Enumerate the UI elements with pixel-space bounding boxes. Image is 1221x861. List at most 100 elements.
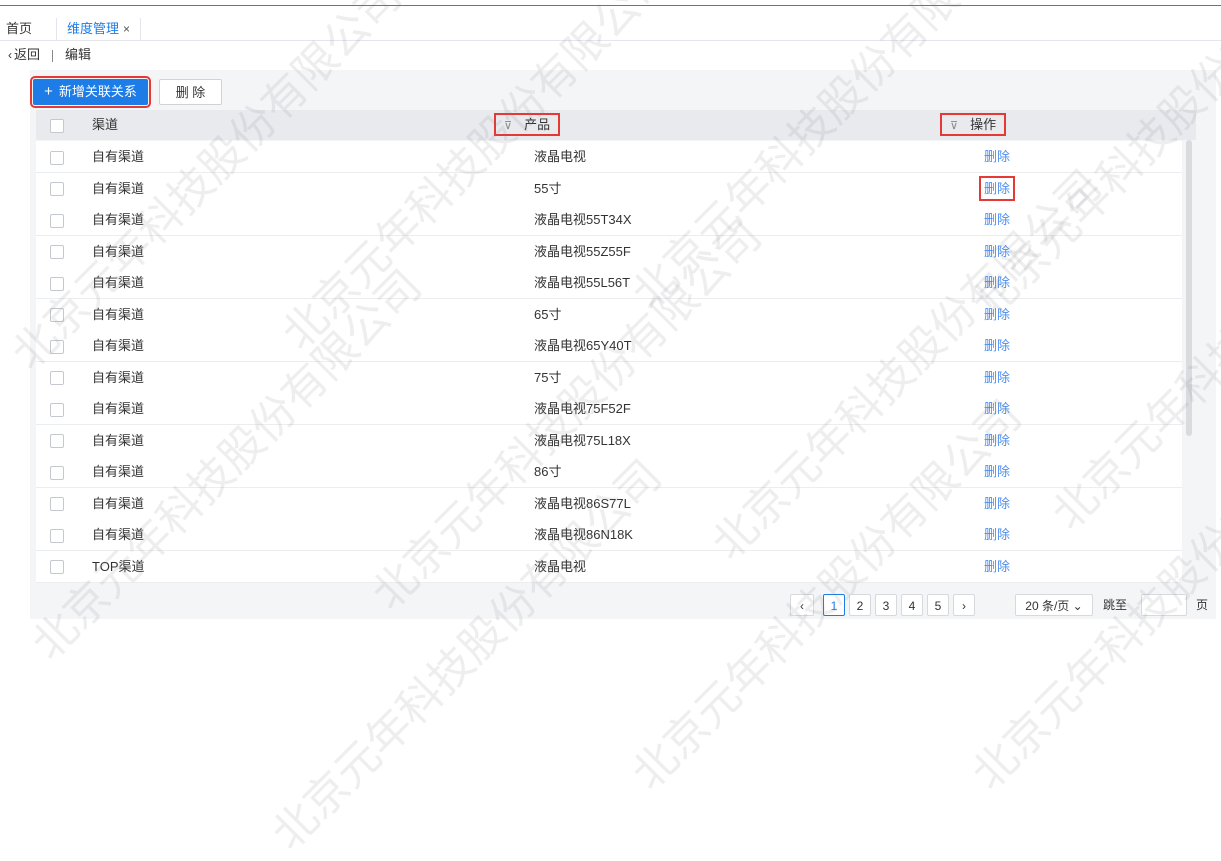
- row-checkbox[interactable]: [50, 236, 64, 267]
- checkbox-box: [50, 118, 64, 133]
- row-checkbox[interactable]: [50, 141, 64, 172]
- header-action: ⊽ 操作: [939, 110, 1007, 140]
- row-action: 删除: [984, 267, 1010, 298]
- row-product: 液晶电视86S77L: [534, 495, 631, 511]
- page-size-select[interactable]: 20 条/页 ⌄: [1015, 594, 1093, 616]
- row-action: 删除: [984, 393, 1010, 424]
- close-icon[interactable]: ×: [123, 22, 130, 36]
- tab-home[interactable]: 首页: [6, 18, 32, 40]
- checkbox-box: [50, 434, 64, 449]
- page-1-button[interactable]: 1: [823, 594, 845, 616]
- row-delete-link[interactable]: 删除: [984, 401, 1010, 416]
- page-5-button[interactable]: 5: [927, 594, 949, 616]
- row-delete-link[interactable]: 删除: [984, 307, 1010, 322]
- row-channel: 自有渠道: [92, 306, 145, 322]
- row-product: 75寸: [534, 369, 562, 385]
- row-checkbox[interactable]: [50, 456, 64, 487]
- row-checkbox[interactable]: [50, 362, 64, 393]
- table-row: 自有渠道 液晶电视86S77L 删除: [36, 487, 1182, 520]
- row-delete-link[interactable]: 删除: [984, 275, 1010, 290]
- row-product: 86寸: [534, 464, 562, 479]
- row-channel: 自有渠道: [92, 149, 145, 164]
- filter-icon[interactable]: ⊽: [504, 120, 512, 132]
- row-checkbox[interactable]: [50, 519, 64, 550]
- row-delete-link[interactable]: 删除: [984, 496, 1010, 511]
- row-channel: 自有渠道: [92, 401, 145, 416]
- row-action: 删除: [978, 173, 1016, 204]
- row-channel: TOP渠道: [92, 558, 145, 574]
- row-product: 65寸: [534, 306, 562, 322]
- row-action: 删除: [984, 551, 1010, 582]
- row-checkbox[interactable]: [50, 267, 64, 298]
- row-action: 删除: [984, 204, 1010, 235]
- row-product: 液晶电视: [534, 149, 587, 164]
- row-product: 液晶电视86N18K: [534, 527, 633, 542]
- row-delete-link[interactable]: 删除: [984, 212, 1010, 227]
- tab-label: 维度管理: [67, 21, 120, 36]
- row-product: 液晶电视65Y40T: [534, 338, 632, 353]
- row-checkbox[interactable]: [50, 551, 64, 582]
- row-checkbox[interactable]: [50, 425, 64, 456]
- row-product: 液晶电视75F52F: [534, 401, 631, 416]
- checkbox-box: [50, 560, 64, 575]
- row-channel: 自有渠道: [92, 432, 145, 448]
- checkbox-box: [50, 371, 64, 386]
- table-scrollbar[interactable]: [1186, 140, 1192, 436]
- row-delete-link[interactable]: 删除: [984, 370, 1010, 385]
- top-accent-line: [0, 5, 1221, 6]
- table-row: 自有渠道 液晶电视55Z55F 删除: [36, 235, 1182, 268]
- row-channel: 自有渠道: [92, 495, 145, 511]
- row-action: 删除: [984, 299, 1010, 330]
- table-row: 自有渠道 液晶电视75L18X 删除: [36, 424, 1182, 457]
- row-delete-link[interactable]: 删除: [984, 433, 1010, 448]
- row-checkbox[interactable]: [50, 393, 64, 424]
- row-checkbox[interactable]: [50, 173, 64, 204]
- row-delete-link[interactable]: 删除: [984, 559, 1010, 574]
- header-product: ⊽ 产品: [493, 110, 561, 140]
- table-row: 自有渠道 液晶电视75F52F 删除: [36, 393, 1182, 425]
- checkbox-box: [50, 150, 64, 165]
- row-checkbox[interactable]: [50, 204, 64, 235]
- next-page-button[interactable]: ›: [953, 594, 975, 616]
- checkbox-box: [50, 497, 64, 512]
- back-link[interactable]: ‹ 返回: [8, 47, 40, 62]
- row-delete-link[interactable]: 删除: [984, 527, 1010, 542]
- row-delete-link[interactable]: 删除: [984, 244, 1010, 259]
- table-row: 自有渠道 液晶电视55L56T 删除: [36, 267, 1182, 299]
- row-channel: 自有渠道: [92, 180, 145, 196]
- prev-page-button[interactable]: ‹: [790, 594, 814, 616]
- page-3-button[interactable]: 3: [875, 594, 897, 616]
- row-action: 删除: [984, 425, 1010, 456]
- tab-dimension-management[interactable]: 维度管理 ×: [56, 18, 142, 40]
- row-product: 液晶电视75L18X: [534, 432, 631, 448]
- page-unit-label: 页: [1196, 598, 1209, 612]
- row-delete-link[interactable]: 删除: [984, 149, 1010, 164]
- filter-icon[interactable]: ⊽: [950, 120, 958, 132]
- row-checkbox[interactable]: [50, 299, 64, 330]
- row-checkbox[interactable]: [50, 330, 64, 361]
- add-relation-button[interactable]: + 新增关联关系: [30, 76, 151, 108]
- header-channel: 渠道: [92, 117, 119, 132]
- page-2-button[interactable]: 2: [849, 594, 871, 616]
- row-action: 删除: [984, 141, 1010, 172]
- row-product: 液晶电视55L56T: [534, 275, 631, 290]
- row-action: 删除: [984, 519, 1010, 550]
- breadcrumb: ‹ 返回 编辑: [8, 45, 91, 65]
- table-row: 自有渠道 液晶电视65Y40T 删除: [36, 330, 1182, 362]
- row-delete-link[interactable]: 删除: [984, 464, 1010, 479]
- header-action-label: 操作: [970, 117, 997, 132]
- chevron-down-icon: ⌄: [1072, 599, 1083, 613]
- row-product: 55寸: [534, 180, 562, 196]
- jump-label: 跳至: [1103, 598, 1128, 612]
- select-all-checkbox[interactable]: [50, 110, 64, 140]
- add-relation-label: 新增关联关系: [58, 84, 137, 99]
- row-delete-link[interactable]: 删除: [978, 175, 1016, 201]
- row-action: 删除: [984, 362, 1010, 393]
- page-4-button[interactable]: 4: [901, 594, 923, 616]
- row-delete-link[interactable]: 删除: [984, 338, 1010, 353]
- table-row: 自有渠道 液晶电视86N18K 删除: [36, 519, 1182, 551]
- row-checkbox[interactable]: [50, 488, 64, 519]
- delete-button[interactable]: 删 除: [159, 79, 222, 105]
- jump-page-input[interactable]: [1141, 594, 1187, 616]
- checkbox-box: [50, 276, 64, 291]
